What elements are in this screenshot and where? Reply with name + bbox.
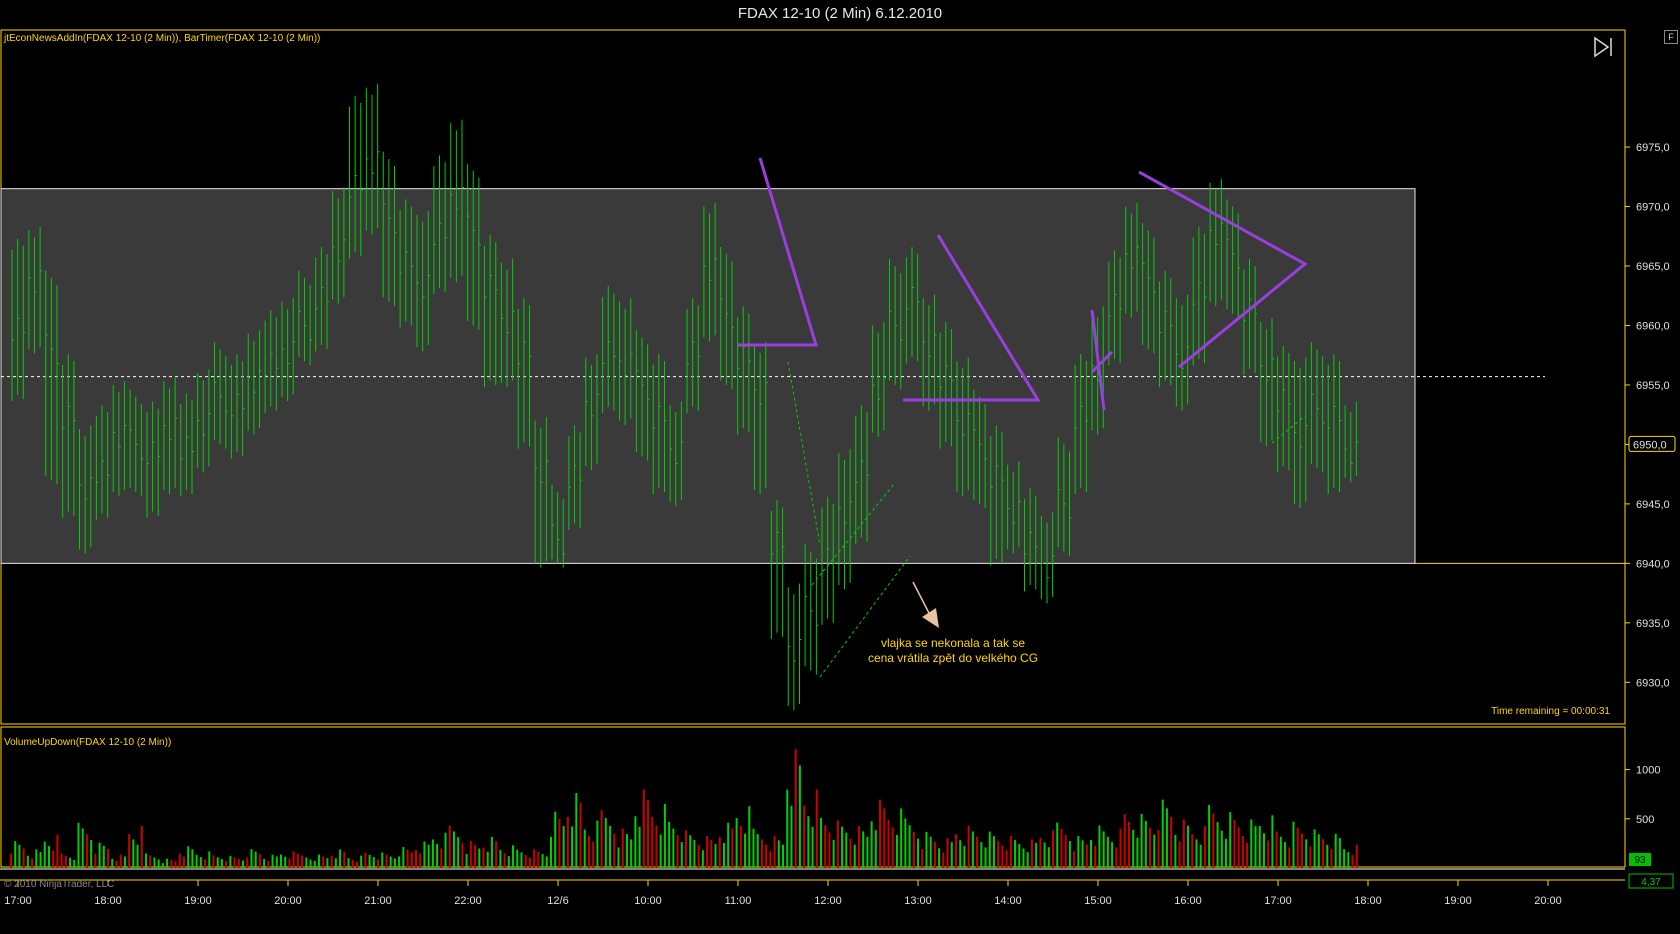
volume-indicator-label: VolumeUpDown(FDAX 12-10 (2 Min)) <box>4 737 172 748</box>
time-tick-label: 15:00 <box>1084 895 1112 907</box>
volume-panel: 1000 500 93 <box>0 726 1660 870</box>
time-tick-label: 12:00 <box>814 895 842 907</box>
price-panel: 6975,0 6970,0 6965,0 6960,0 6955,0 6950,0 6945… <box>0 29 1676 725</box>
price-tick-label: 6930,0 <box>1636 677 1670 689</box>
price-tick-label: 6975,0 <box>1636 142 1670 154</box>
time-tick-label: 16:00 <box>1174 895 1202 907</box>
last-volume-label: 93 <box>1634 855 1646 866</box>
time-remaining: Time remaining = 00:00:31 <box>1491 706 1610 717</box>
chart-canvas: 6975,0 6970,0 6965,0 6960,0 6955,0 6950,0 6945… <box>0 29 1676 907</box>
volume-tick-label: 500 <box>1636 814 1654 826</box>
time-tick-label: 18:00 <box>1354 895 1382 907</box>
copyright-text: © 2010 NinjaTrader, LLC <box>4 879 114 890</box>
time-tick-label: 17:00 <box>4 895 32 907</box>
time-tick-label: 19:00 <box>184 895 212 907</box>
price-tick-label: 6940,0 <box>1636 558 1670 570</box>
time-tick-label: 12/6 <box>547 895 568 907</box>
time-tick-label: 22:00 <box>454 895 482 907</box>
time-axis: 17:00 18:00 19:00 20:00 21:00 22:00 12/6 10:00 1… <box>4 880 1562 907</box>
volume-tick-label: 1000 <box>1636 765 1660 777</box>
time-tick-label: 21:00 <box>364 895 392 907</box>
last-price-label: 6950,0 <box>1633 439 1667 451</box>
window-title: FDAX 12-10 (2 Min) 6.12.2010 <box>0 0 1680 28</box>
time-tick-label: 10:00 <box>634 895 662 907</box>
time-tick-label: 13:00 <box>904 895 932 907</box>
cross-value-label: 4,37 <box>1641 877 1661 888</box>
time-tick-label: 11:00 <box>725 895 752 907</box>
time-tick-label: 19:00 <box>1444 895 1472 907</box>
price-indicators-label: jtEconNewsAddIn(FDAX 12-10 (2 Min)), Bar… <box>4 33 321 44</box>
time-axis-area: 17:00 18:00 19:00 20:00 21:00 22:00 12/6 10:00 1… <box>0 873 1674 907</box>
price-tick-label: 6965,0 <box>1636 261 1670 273</box>
time-tick-label: 14:00 <box>994 895 1022 907</box>
price-tick-label: 6970,0 <box>1636 202 1670 214</box>
volume-axis: 1000 500 <box>1625 765 1660 826</box>
price-tick-label: 6960,0 <box>1636 320 1670 332</box>
time-tick-label: 20:00 <box>1534 895 1562 907</box>
price-tick-label: 6955,0 <box>1636 380 1670 392</box>
price-tick-label: 6945,0 <box>1636 499 1670 511</box>
time-tick-label: 17:00 <box>1264 895 1292 907</box>
consolidation-range-box <box>0 188 1416 564</box>
price-tick-label: 6935,0 <box>1636 618 1670 630</box>
annotation-line-2: cena vrátila zpět do velkého CG <box>868 651 1038 665</box>
time-tick-label: 18:00 <box>94 895 122 907</box>
time-tick-label: 20:00 <box>274 895 302 907</box>
annotation-line-1: vlajka se nekonala a tak se <box>881 636 1025 650</box>
